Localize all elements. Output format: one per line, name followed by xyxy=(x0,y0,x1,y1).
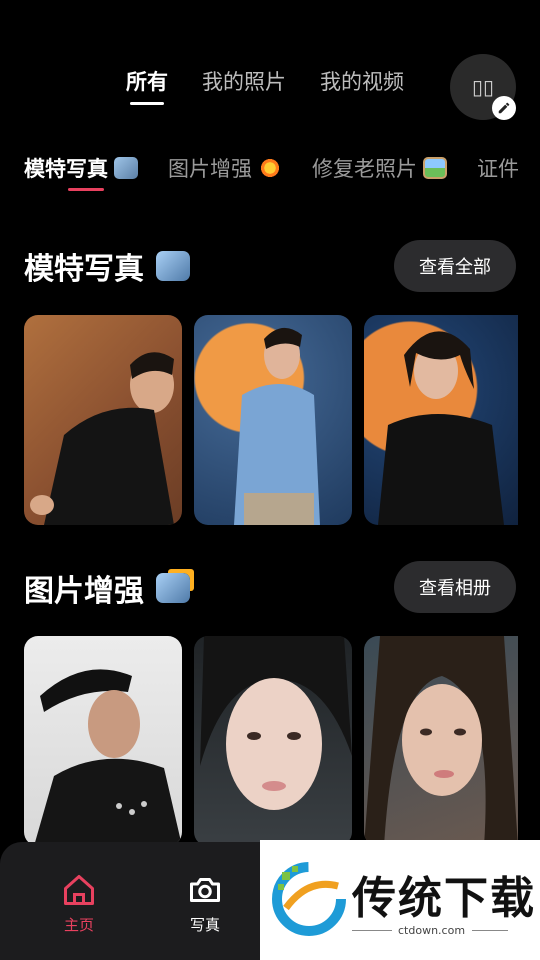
picture-icon xyxy=(423,157,447,179)
nav-home[interactable]: 主页 xyxy=(60,872,98,935)
camera-icon xyxy=(114,157,138,179)
edit-icon[interactable] xyxy=(492,96,516,120)
enhance-photo-2[interactable] xyxy=(194,636,352,846)
category-model-photo[interactable]: 模特写真 xyxy=(24,150,138,191)
category-tabs: 模特写真 图片增强 修复老照片 证件 xyxy=(24,150,519,191)
avatar-text: ▯▯ xyxy=(471,75,494,99)
tab-my-photos[interactable]: 我的照片 xyxy=(202,66,286,106)
section-title-enhance: 图片增强 xyxy=(24,566,190,610)
banner-url: ctdown.com xyxy=(398,924,466,937)
section-title-text: 图片增强 xyxy=(24,574,144,609)
tab-all[interactable]: 所有 xyxy=(126,66,168,106)
sparkle-icon xyxy=(258,157,282,179)
enhance-photo-3[interactable] xyxy=(364,636,518,846)
category-label: 图片增强 xyxy=(168,157,252,181)
home-icon xyxy=(64,875,94,905)
tab-my-videos[interactable]: 我的视频 xyxy=(320,66,404,106)
category-id-photo[interactable]: 证件 xyxy=(477,150,519,186)
ctdown-logo xyxy=(272,862,346,936)
top-tabs: 所有 我的照片 我的视频 xyxy=(126,66,404,106)
camera-flash-icon xyxy=(156,573,190,603)
watermark-banner: 传统下载 ctdown.com xyxy=(260,840,540,960)
model-photo-1[interactable] xyxy=(24,315,182,525)
category-label: 模特写真 xyxy=(24,157,108,181)
enhance-photo-1[interactable] xyxy=(24,636,182,846)
model-photo-3[interactable] xyxy=(364,315,518,525)
view-all-button[interactable]: 查看全部 xyxy=(394,240,516,292)
model-photo-row xyxy=(24,315,518,525)
view-album-button[interactable]: 查看相册 xyxy=(394,561,516,613)
section-title-text: 模特写真 xyxy=(24,252,144,287)
category-label: 证件 xyxy=(477,157,519,181)
nav-photo[interactable]: 写真 xyxy=(186,872,224,935)
nav-home-label: 主页 xyxy=(63,916,94,934)
camera-icon xyxy=(156,251,190,281)
category-label: 修复老照片 xyxy=(312,157,417,181)
nav-photo-label: 写真 xyxy=(189,916,220,934)
camera-icon xyxy=(190,878,220,902)
model-photo-2[interactable] xyxy=(194,315,352,525)
category-enhance[interactable]: 图片增强 xyxy=(168,150,282,186)
divider xyxy=(352,930,392,931)
section-title-model: 模特写真 xyxy=(24,244,190,288)
divider xyxy=(472,930,508,931)
banner-title: 传统下载 xyxy=(352,873,536,924)
enhance-photo-row xyxy=(24,636,518,846)
category-restore-old-photo[interactable]: 修复老照片 xyxy=(312,150,447,186)
